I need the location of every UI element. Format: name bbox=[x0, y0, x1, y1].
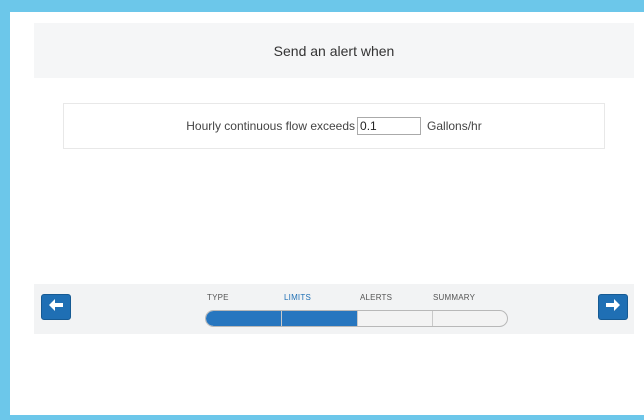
arrow-left-icon bbox=[49, 298, 63, 316]
back-button[interactable] bbox=[41, 294, 71, 320]
threshold-input[interactable] bbox=[357, 117, 422, 135]
step-summary-label[interactable]: SUMMARY bbox=[433, 293, 475, 302]
arrow-right-icon bbox=[606, 298, 620, 316]
header-bar: Send an alert when bbox=[34, 23, 634, 78]
rule-label: Hourly continuous flow exceeds bbox=[186, 119, 356, 133]
wizard-steps: TYPE LIMITS ALERTS SUMMARY bbox=[205, 293, 508, 329]
unit-label: Gallons/hr bbox=[427, 119, 482, 133]
step-limits-label[interactable]: LIMITS bbox=[284, 293, 311, 302]
step-divider bbox=[281, 311, 282, 326]
wizard-nav-bar: TYPE LIMITS ALERTS SUMMARY bbox=[34, 284, 634, 334]
step-alerts-label[interactable]: ALERTS bbox=[360, 293, 392, 302]
step-divider bbox=[357, 311, 358, 326]
step-type-label[interactable]: TYPE bbox=[207, 293, 229, 302]
page-title: Send an alert when bbox=[273, 42, 395, 59]
progress-track bbox=[205, 310, 508, 327]
next-button[interactable] bbox=[598, 294, 628, 320]
step-divider bbox=[432, 311, 433, 326]
alert-rule-panel: Hourly continuous flow exceeds Gallons/h… bbox=[63, 103, 605, 149]
